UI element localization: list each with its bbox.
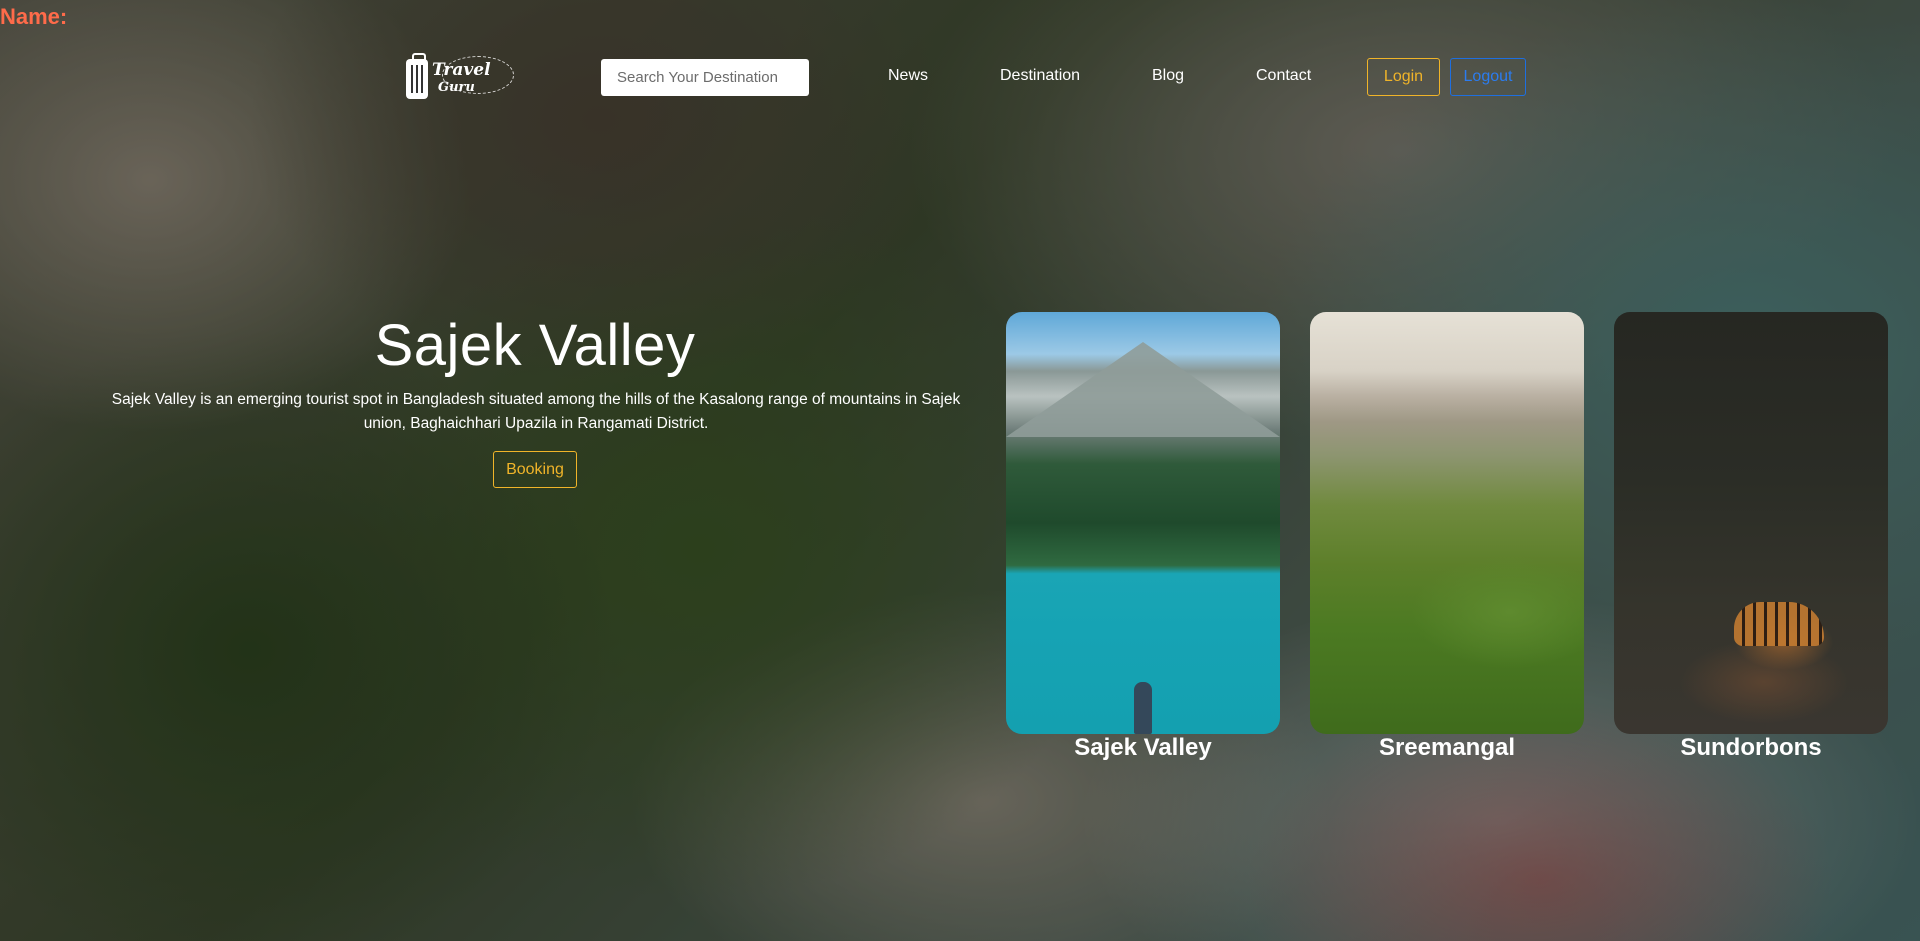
hero-description: Sajek Valley is an emerging tourist spot… xyxy=(111,391,961,432)
mountain-shape xyxy=(1006,342,1280,437)
name-label: Name: xyxy=(0,4,68,29)
destination-card-title: Sajek Valley xyxy=(1074,734,1212,761)
nav-link-destination[interactable]: Destination xyxy=(1000,67,1080,85)
login-button[interactable]: Login xyxy=(1367,58,1440,96)
tiger-shape xyxy=(1734,602,1824,646)
nav-link-news[interactable]: News xyxy=(888,67,928,85)
destination-card-image[interactable] xyxy=(1006,312,1280,734)
nav-link-contact[interactable]: Contact xyxy=(1256,67,1311,85)
destination-card-image[interactable] xyxy=(1310,312,1584,734)
suitcase-icon xyxy=(406,53,428,99)
person-shape xyxy=(1134,682,1152,734)
search-input[interactable] xyxy=(601,59,809,96)
logo[interactable]: Travel Guru xyxy=(406,53,514,104)
nav-link-blog[interactable]: Blog xyxy=(1152,67,1184,85)
logo-ring xyxy=(442,56,514,94)
destination-card-image[interactable] xyxy=(1614,312,1888,734)
destination-card-title: Sundorbons xyxy=(1680,734,1822,761)
logout-button[interactable]: Logout xyxy=(1450,58,1526,96)
destination-card-title: Sreemangal xyxy=(1378,734,1516,761)
booking-button[interactable]: Booking xyxy=(493,451,577,488)
hero-title: Sajek Valley xyxy=(374,313,696,378)
